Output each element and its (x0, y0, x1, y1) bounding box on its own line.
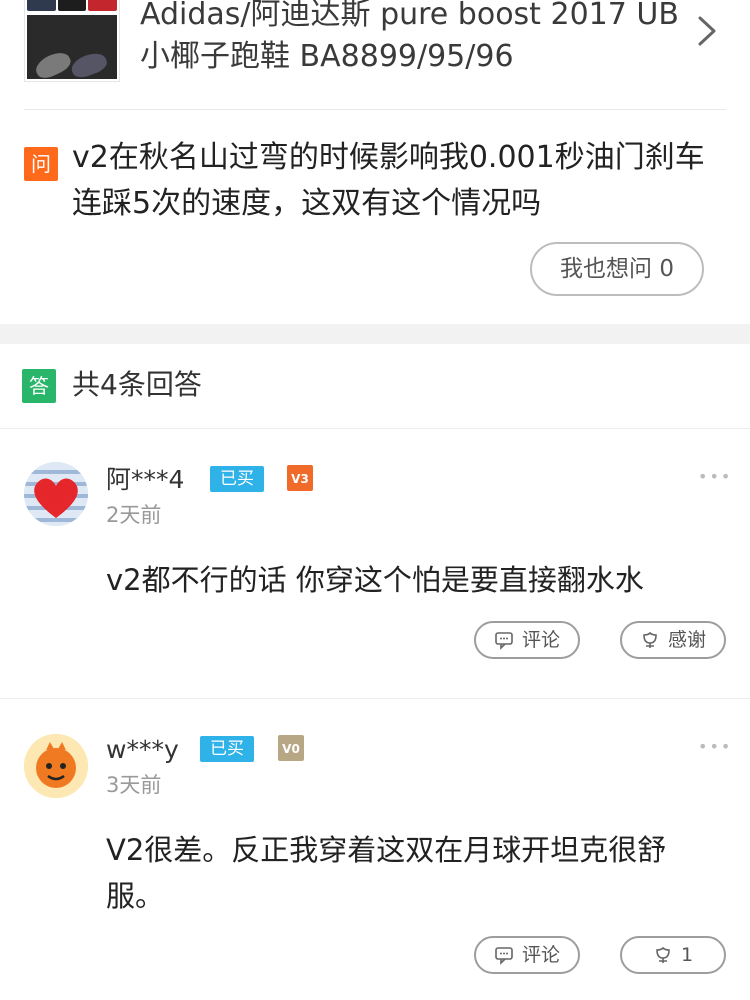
username[interactable]: 阿***4 (106, 462, 184, 498)
cartoon-avatar-icon (24, 734, 88, 798)
more-options-icon[interactable]: ••• (698, 737, 732, 756)
product-thumbnail (24, 0, 120, 82)
like-count: 1 (680, 944, 694, 966)
thanks-label: 感谢 (667, 629, 706, 651)
comment-button[interactable]: 评论 (474, 936, 580, 974)
comment-label: 评论 (521, 629, 560, 651)
more-options-icon[interactable]: ••• (698, 467, 732, 486)
answer-badge: 答 (22, 369, 56, 403)
section-separator (0, 324, 750, 344)
answer-count: 共4条回答 (72, 368, 202, 401)
heart-avatar-icon (24, 462, 88, 526)
bought-badge: 已买 (200, 736, 254, 762)
answer-time: 3天前 (106, 773, 162, 797)
avatar[interactable] (24, 734, 88, 798)
comment-button[interactable]: 评论 (474, 621, 580, 659)
username[interactable]: w***y (106, 732, 179, 768)
avatar[interactable] (24, 462, 88, 526)
comment-icon (495, 632, 513, 650)
answer-item: w***y 已买 V0 ••• 3天前 V2很差。反正我穿着这双在月球开坦克很舒… (0, 699, 750, 1000)
answer-item: 阿***4 已买 V3 ••• 2天前 v2都不行的话 你穿这个怕是要直接翻水水… (0, 429, 750, 698)
like-icon (656, 946, 670, 963)
chevron-right-icon[interactable] (692, 14, 722, 48)
comment-icon (495, 947, 513, 965)
level-badge-v0: V0 (278, 735, 304, 761)
product-title: Adidas/阿迪达斯 pure boost 2017 UB小椰子跑鞋 BA88… (140, 0, 679, 74)
question-section: 问 v2在秋名山过弯的时候影响我0.001秒油门刹车连踩5次的速度，这双有这个情… (0, 110, 750, 324)
also-ask-button[interactable]: 我也想问 0 (530, 242, 704, 296)
level-badge-v3: V3 (287, 465, 313, 491)
answers-header: 答 共4条回答 (0, 344, 750, 428)
answer-content: v2都不行的话 你穿这个怕是要直接翻水水 (106, 563, 644, 597)
thanks-button[interactable]: 感谢 (620, 621, 726, 659)
bought-badge: 已买 (210, 466, 264, 492)
question-text: v2在秋名山过弯的时候影响我0.001秒油门刹车连踩5次的速度，这双有这个情况吗 (72, 140, 705, 221)
like-button[interactable]: 1 (620, 936, 726, 974)
comment-label: 评论 (521, 944, 560, 966)
answer-content: V2很差。反正我穿着这双在月球开坦克很舒服。 (106, 833, 667, 913)
question-badge: 问 (24, 147, 58, 181)
answer-time: 2天前 (106, 503, 162, 527)
flower-thanks-icon (643, 631, 657, 648)
product-link[interactable]: Adidas/阿迪达斯 pure boost 2017 UB小椰子跑鞋 BA88… (0, 0, 750, 110)
